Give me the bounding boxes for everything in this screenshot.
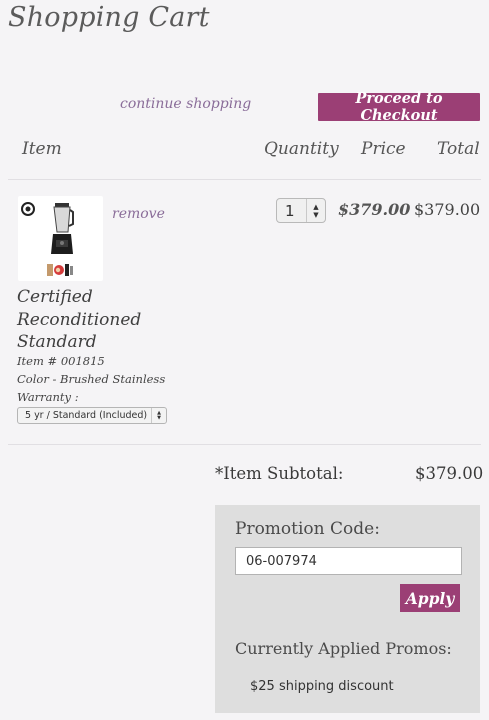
select-arrows-icon: ▲ ▼ xyxy=(151,408,166,423)
proceed-to-checkout-button[interactable]: Proceed to Checkout xyxy=(318,90,480,124)
subtotal-label: *Item Subtotal: xyxy=(215,464,344,483)
apply-promo-button[interactable]: Apply xyxy=(400,584,460,612)
applied-promo-item: $25 shipping discount xyxy=(250,679,394,694)
product-image[interactable] xyxy=(18,196,103,281)
remove-item-link[interactable]: remove xyxy=(112,206,165,222)
quantity-value: 1 xyxy=(285,201,295,220)
column-header-item: Item xyxy=(22,139,62,159)
item-divider xyxy=(8,444,481,445)
page-title: Shopping Cart xyxy=(8,2,210,33)
warranty-label: Warranty : xyxy=(17,390,79,404)
item-total: $379.00 xyxy=(414,200,481,219)
applied-promos-label: Currently Applied Promos: xyxy=(235,639,452,658)
column-header-total: Total xyxy=(437,139,480,159)
blender-icon xyxy=(21,202,74,276)
column-header-quantity: Quantity xyxy=(264,139,339,159)
column-header-price: Price xyxy=(361,139,406,159)
continue-shopping-link[interactable]: continue shopping xyxy=(120,96,251,112)
header-divider xyxy=(8,179,481,180)
quantity-stepper[interactable]: 1 ▲ ▼ xyxy=(276,198,326,223)
warranty-selected-value: 5 yr / Standard (Included) xyxy=(25,410,148,421)
promo-code-input[interactable] xyxy=(235,547,462,575)
item-color: Color - Brushed Stainless xyxy=(17,372,166,386)
subtotal-value: $379.00 xyxy=(415,464,484,483)
item-price: $379.00 xyxy=(338,200,411,219)
item-number: Item # 001815 xyxy=(17,354,105,368)
promo-code-label: Promotion Code: xyxy=(235,519,380,539)
product-name[interactable]: Certified Reconditioned Standard xyxy=(17,286,167,354)
warranty-select[interactable]: 5 yr / Standard (Included) ▲ ▼ xyxy=(17,407,167,424)
stepper-arrows-icon[interactable]: ▲ ▼ xyxy=(306,199,325,222)
